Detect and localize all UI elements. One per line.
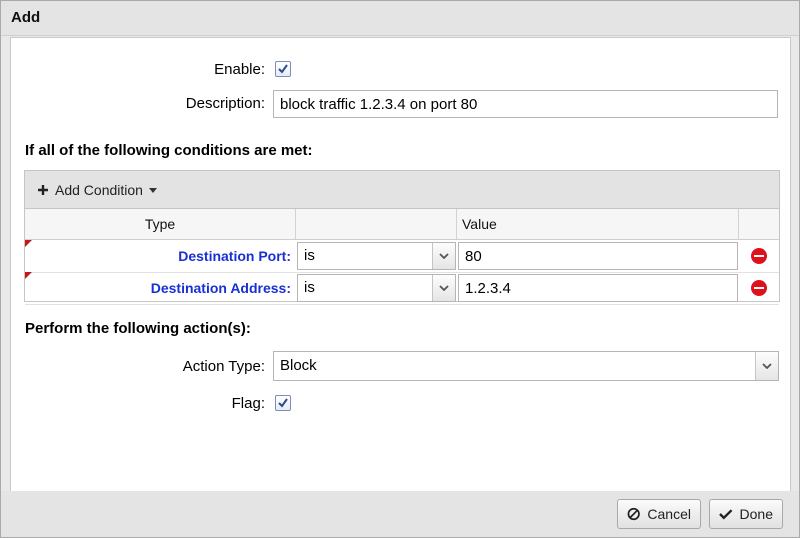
cancel-label: Cancel [647, 506, 691, 522]
add-dialog: Add Enable: Description: If all of the f… [0, 0, 800, 538]
operator-value: is [304, 279, 315, 296]
conditions-grid-header: Type Value [25, 209, 779, 240]
chevron-down-icon [439, 253, 449, 259]
condition-value-input[interactable] [458, 274, 738, 302]
condition-operator-select[interactable]: is [297, 242, 456, 270]
column-header-operator[interactable] [296, 209, 457, 239]
operator-dropdown-trigger[interactable] [432, 275, 455, 301]
condition-type: Destination Port: [178, 248, 291, 264]
action-type-value: Block [280, 357, 317, 374]
dialog-titlebar[interactable]: Add [1, 1, 799, 36]
conditions-toolbar: Add Condition [25, 171, 779, 209]
chevron-down-icon [762, 363, 772, 369]
checkmark-icon [278, 64, 288, 74]
done-button[interactable]: Done [709, 499, 783, 529]
action-type-select[interactable]: Block [273, 351, 779, 381]
column-type-label: Type [144, 216, 176, 232]
add-condition-label: Add Condition [55, 182, 143, 198]
conditions-grid: Add Condition Type Value Destination Por… [24, 170, 780, 305]
remove-condition-icon[interactable] [751, 280, 767, 296]
chevron-down-icon [439, 285, 449, 291]
description-label: Description: [185, 95, 265, 112]
column-header-type[interactable]: Type [25, 209, 296, 239]
checkmark-icon [278, 398, 288, 408]
cancel-button[interactable]: Cancel [617, 499, 701, 529]
column-value-label: Value [462, 216, 497, 232]
caret-down-icon [148, 187, 157, 193]
enable-label: Enable: [214, 61, 265, 78]
column-header-action [739, 209, 779, 239]
action-type-label: Action Type: [182, 358, 265, 375]
condition-row: Destination Port: is [25, 240, 779, 273]
actions-heading: Perform the following action(s): [25, 320, 251, 337]
column-header-value[interactable]: Value [457, 209, 739, 239]
flag-label: Flag: [231, 395, 265, 412]
flag-checkbox[interactable] [275, 395, 291, 411]
done-label: Done [739, 506, 773, 522]
operator-dropdown-trigger[interactable] [432, 243, 455, 269]
condition-operator-select[interactable]: is [297, 274, 456, 302]
add-condition-button[interactable]: Add Condition [37, 180, 157, 200]
action-type-dropdown-trigger[interactable] [755, 352, 778, 380]
dialog-footer: Cancel Done [1, 491, 799, 537]
check-icon [719, 509, 733, 520]
remove-condition-icon[interactable] [751, 248, 767, 264]
dialog-body: Enable: Description: If all of the follo… [10, 37, 791, 492]
condition-type: Destination Address: [150, 280, 291, 296]
condition-row: Destination Address: is [25, 272, 779, 305]
operator-value: is [304, 247, 315, 264]
enable-checkbox[interactable] [275, 61, 291, 77]
description-input[interactable] [273, 90, 778, 118]
plus-icon [38, 185, 48, 195]
conditions-heading: If all of the following conditions are m… [25, 142, 313, 159]
dialog-title: Add [11, 9, 41, 26]
cancel-icon [627, 507, 640, 521]
condition-value-input[interactable] [458, 242, 738, 270]
